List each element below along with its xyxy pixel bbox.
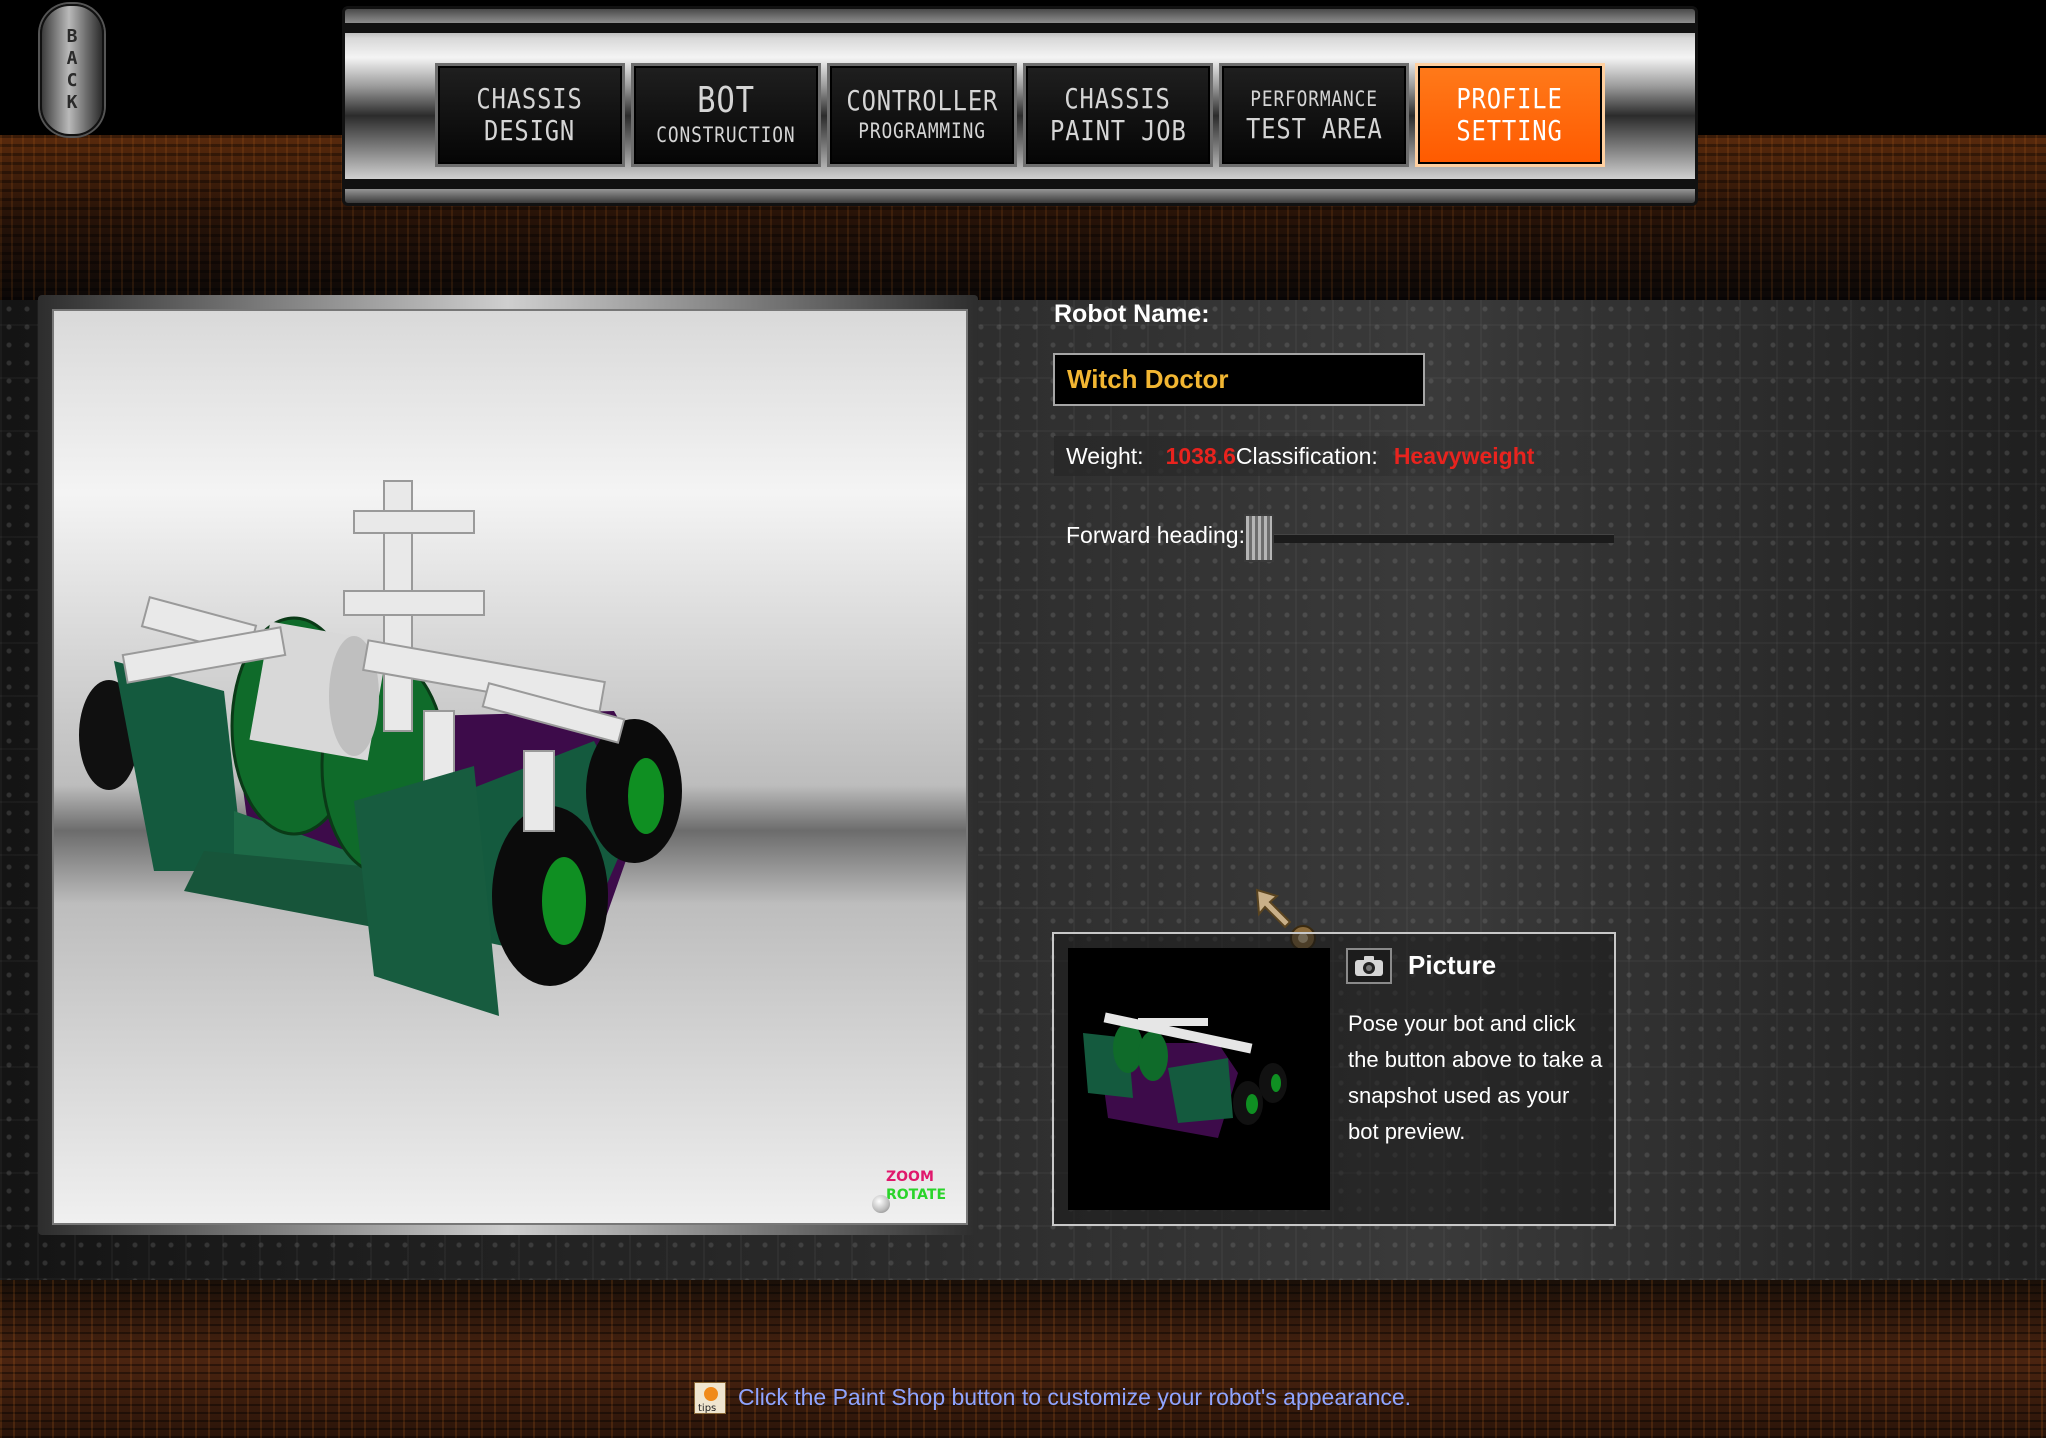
tips-icon-text: tips: [698, 1403, 716, 1414]
back-letter: K: [66, 92, 78, 113]
slider-thumb[interactable]: [1244, 514, 1274, 562]
zoom-rotate-control[interactable]: ZOOM ROTATE: [872, 1169, 956, 1215]
weight-label: Weight:: [1066, 442, 1144, 469]
tab-profile-setting[interactable]: PROFILE SETTING: [1415, 63, 1605, 167]
back-letter: C: [66, 70, 78, 91]
tab-label: CHASSIS: [1064, 82, 1172, 115]
robot-3d-viewport[interactable]: ZOOM ROTATE: [52, 309, 968, 1225]
tab-chassis-paint-job[interactable]: CHASSIS PAINT JOB: [1023, 63, 1213, 167]
camera-icon: [1355, 956, 1383, 976]
rotate-label: ROTATE: [886, 1187, 947, 1203]
robot-viewport-frame: ZOOM ROTATE: [38, 295, 978, 1235]
picture-panel: Picture Pose your bot and click the butt…: [1052, 932, 1616, 1226]
tab-bar-rail-top: [345, 23, 1695, 33]
robot-model: [79, 480, 682, 1016]
tips-icon: tips: [693, 1381, 727, 1415]
zoom-label: ZOOM: [886, 1169, 934, 1185]
tab-label: PAINT JOB: [1049, 114, 1187, 147]
tab-label: CHASSIS: [476, 82, 584, 115]
tab-label: TEST AREA: [1245, 112, 1383, 145]
robot-name-input[interactable]: [1053, 353, 1425, 406]
tab-label: CONTROLLER: [846, 84, 998, 117]
forward-heading-slider[interactable]: [1244, 512, 1614, 562]
bot-preview-snapshot: [1083, 1012, 1287, 1138]
tab-label: PROGRAMMING: [858, 119, 986, 143]
tabs: CHASSIS DESIGN BOT CONSTRUCTION CONTROLL…: [435, 63, 1605, 167]
back-button[interactable]: B A C K: [40, 4, 104, 136]
forward-heading-label: Forward heading:: [1066, 522, 1245, 548]
tab-bot-construction[interactable]: BOT CONSTRUCTION: [631, 63, 821, 167]
stats-row: Weight: 1038.6 Classification: Heavyweig…: [1054, 436, 1626, 476]
tab-bar-rail-bottom: [345, 179, 1695, 189]
tab-chassis-design[interactable]: CHASSIS DESIGN: [435, 63, 625, 167]
weight-value: 1038.6: [1165, 442, 1236, 469]
tab-performance-test-area[interactable]: PERFORMANCE TEST AREA: [1219, 63, 1409, 167]
circuit-band-bottom: [0, 1280, 2046, 1438]
tab-label: DESIGN: [484, 114, 576, 147]
picture-title: Picture: [1408, 950, 1497, 980]
classification-value: Heavyweight: [1393, 442, 1535, 469]
bot-preview-image: [1068, 948, 1330, 1210]
tab-controller-programming[interactable]: CONTROLLER PROGRAMMING: [827, 63, 1017, 167]
tab-label: PROFILE: [1456, 82, 1564, 115]
back-letter: B: [66, 26, 78, 47]
classification-label: Classification:: [1235, 442, 1378, 469]
tab-label: BOT: [697, 80, 755, 121]
zoom-knob[interactable]: [872, 1195, 890, 1213]
slider-track[interactable]: [1254, 534, 1614, 543]
main-tab-bar: CHASSIS DESIGN BOT CONSTRUCTION CONTROLL…: [342, 6, 1698, 206]
tab-label: SETTING: [1456, 114, 1564, 147]
tab-label: CONSTRUCTION: [656, 123, 796, 147]
picture-description: Pose your bot and click the button above…: [1348, 1011, 1603, 1144]
tip-text: Click the Paint Shop button to customize…: [738, 1384, 1412, 1410]
camera-snapshot-button[interactable]: [1346, 948, 1392, 984]
robot-name-label: Robot Name:: [1054, 300, 1210, 328]
tab-label: PERFORMANCE: [1250, 87, 1378, 111]
back-letter: A: [66, 48, 78, 69]
